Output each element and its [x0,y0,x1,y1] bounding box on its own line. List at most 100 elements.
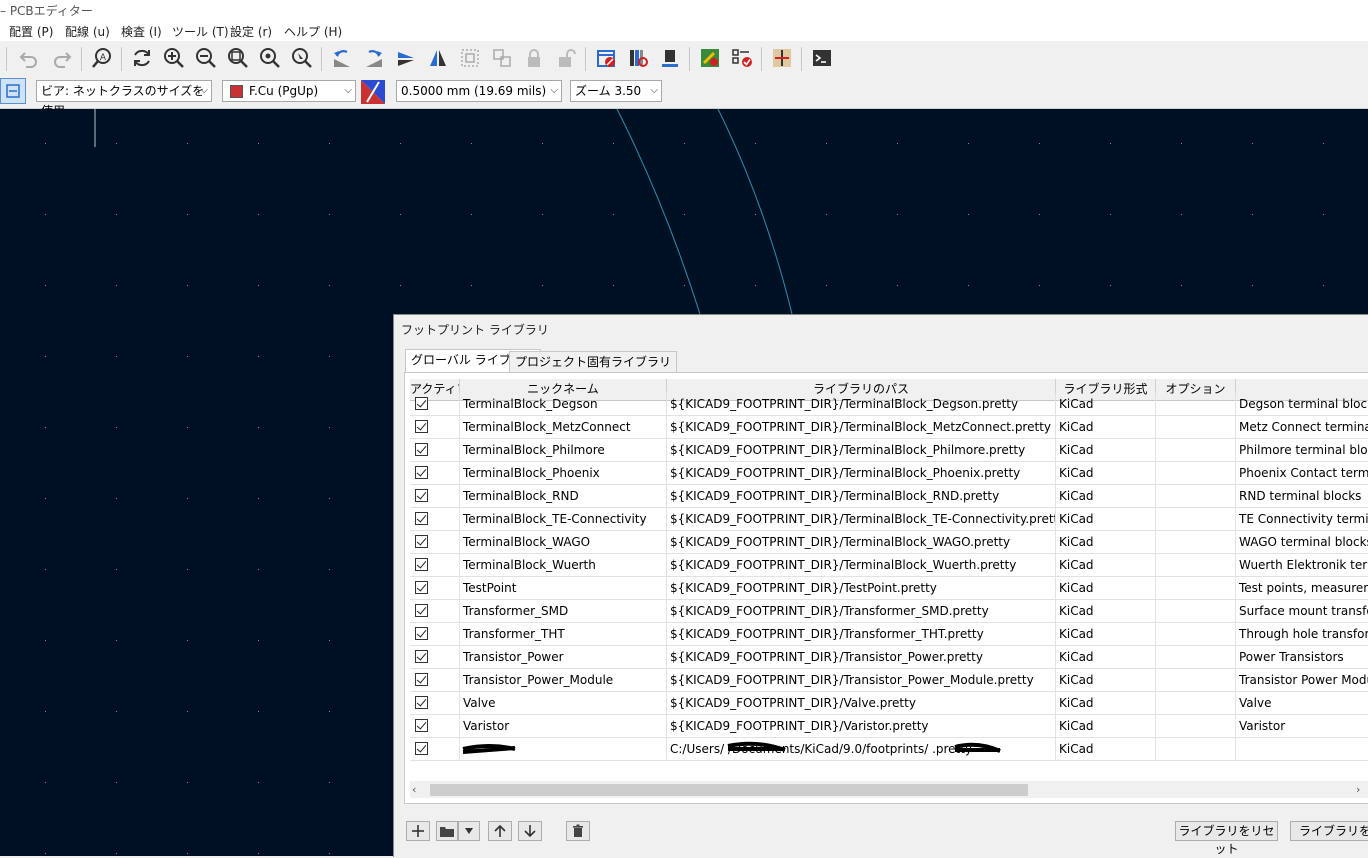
nickname-cell[interactable]: TerminalBlock_RND [460,485,667,508]
table-row[interactable]: TerminalBlock_Philmore ${KICAD9_FOOTPRINT… [410,439,1368,462]
table-row[interactable]: Transformer_THT ${KICAD9_FOOTPRINT_DIR}/T… [410,623,1368,646]
nickname-cell[interactable]: TerminalBlock_Degson [460,393,667,416]
zoom-fit-icon[interactable] [225,45,251,71]
format-cell[interactable]: KiCad [1056,577,1156,600]
nickname-cell[interactable]: TerminalBlock_Wuerth [460,554,667,577]
via-size-select[interactable]: ビア: ネットクラスのサイズを使用⌵ [36,80,212,118]
table-row[interactable]: Varistor ${KICAD9_FOOTPRINT_DIR}/Varistor… [410,715,1368,738]
format-cell[interactable]: KiCad [1056,416,1156,439]
options-cell[interactable] [1156,462,1236,485]
table-row[interactable]: Transistor_Power_Module ${KICAD9_FOOTPRIN… [410,669,1368,692]
active-checkbox[interactable] [415,581,428,594]
horizontal-scrollbar[interactable]: ‹ › [410,781,1368,798]
path-cell[interactable]: ${KICAD9_FOOTPRINT_DIR}/Transistor_Power… [667,669,1056,692]
options-cell[interactable] [1156,646,1236,669]
path-cell[interactable]: ${KICAD9_FOOTPRINT_DIR}/TerminalBlock_De… [667,393,1056,416]
active-checkbox-cell[interactable] [410,416,460,439]
table-row[interactable]: C:/Users/ /Documents/KiCad/9.0/footprint… [410,738,1368,761]
table-row[interactable]: TerminalBlock_Degson ${KICAD9_FOOTPRINT_D… [410,393,1368,416]
nickname-cell[interactable]: Transformer_THT [460,623,667,646]
board-setup-icon[interactable] [593,45,619,71]
active-checkbox-cell[interactable] [410,577,460,600]
path-cell[interactable]: ${KICAD9_FOOTPRINT_DIR}/TerminalBlock_TE… [667,508,1056,531]
description-cell[interactable]: TE Connectivity terminal [1236,508,1368,531]
active-checkbox[interactable] [415,443,428,456]
active-checkbox[interactable] [415,558,428,571]
table-row[interactable]: Transistor_Power ${KICAD9_FOOTPRINT_DIR}/… [410,646,1368,669]
migrate-libraries-button[interactable]: ライブラリを移行 [1290,821,1368,841]
path-cell[interactable]: ${KICAD9_FOOTPRINT_DIR}/Varistor.pretty [667,715,1056,738]
active-checkbox[interactable] [415,627,428,640]
active-checkbox[interactable] [415,397,428,410]
active-checkbox[interactable] [415,696,428,709]
menu-place[interactable]: 配置 (P) [9,23,53,40]
active-checkbox[interactable] [415,673,428,686]
options-cell[interactable] [1156,715,1236,738]
nickname-cell[interactable]: Varistor [460,715,667,738]
path-cell[interactable]: ${KICAD9_FOOTPRINT_DIR}/Transformer_THT.… [667,623,1056,646]
description-cell[interactable]: Through hole transforme [1236,623,1368,646]
format-cell[interactable]: KiCad [1056,646,1156,669]
options-cell[interactable] [1156,554,1236,577]
active-checkbox-cell[interactable] [410,531,460,554]
active-checkbox-cell[interactable] [410,393,460,416]
ungroup-icon[interactable] [489,45,515,71]
reset-libraries-button[interactable]: ライブラリをリセット [1175,821,1278,856]
path-cell[interactable]: ${KICAD9_FOOTPRINT_DIR}/TerminalBlock_Wu… [667,554,1056,577]
table-row[interactable]: TerminalBlock_WAGO ${KICAD9_FOOTPRINT_DIR… [410,531,1368,554]
description-cell[interactable]: Philmore terminal blocks [1236,439,1368,462]
format-cell[interactable]: KiCad [1056,508,1156,531]
description-cell[interactable]: Degson terminal blocks [1236,393,1368,416]
net-inspector-icon[interactable] [769,45,795,71]
format-cell[interactable]: KiCad [1056,554,1156,577]
layer-select[interactable]: F.Cu (PgUp) ⌵ [222,80,356,102]
table-row[interactable]: TerminalBlock_MetzConnect ${KICAD9_FOOTPR… [410,416,1368,439]
mirror-icon[interactable] [425,45,451,71]
options-cell[interactable] [1156,485,1236,508]
options-cell[interactable] [1156,439,1236,462]
options-cell[interactable] [1156,393,1236,416]
format-cell[interactable]: KiCad [1056,669,1156,692]
menu-tools[interactable]: ツール (T) [172,23,229,40]
format-cell[interactable]: KiCad [1056,623,1156,646]
track-width-toggle[interactable] [0,78,26,104]
nickname-cell[interactable]: TestPoint [460,577,667,600]
undo-icon[interactable] [16,45,42,71]
description-cell[interactable]: WAGO terminal blocks [1236,531,1368,554]
options-cell[interactable] [1156,531,1236,554]
scroll-left-icon[interactable]: ‹ [412,783,416,796]
add-library-button[interactable] [406,821,430,841]
path-cell[interactable]: ${KICAD9_FOOTPRINT_DIR}/TerminalBlock_Me… [667,416,1056,439]
format-cell[interactable]: KiCad [1056,462,1156,485]
path-cell[interactable]: ${KICAD9_FOOTPRINT_DIR}/TerminalBlock_Ph… [667,462,1056,485]
scroll-right-icon[interactable]: › [1356,783,1360,796]
nickname-cell[interactable]: Valve [460,692,667,715]
nickname-cell[interactable]: Transformer_SMD [460,600,667,623]
scripting-console-icon[interactable] [809,45,835,71]
active-checkbox-cell[interactable] [410,692,460,715]
table-row[interactable]: TerminalBlock_RND ${KICAD9_FOOTPRINT_DIR}… [410,485,1368,508]
menu-inspect[interactable]: 検査 (I) [121,23,162,40]
zoom-select[interactable]: ズーム 3.50 ⌵ [570,80,662,102]
description-cell[interactable]: Surface mount transform [1236,600,1368,623]
move-down-button[interactable] [518,821,542,841]
description-cell[interactable]: Power Transistors [1236,646,1368,669]
flip-icon[interactable] [393,45,419,71]
zoom-in-icon[interactable] [161,45,187,71]
path-cell[interactable]: ${KICAD9_FOOTPRINT_DIR}/Valve.pretty [667,692,1056,715]
menu-preferences[interactable]: 設定 (r) [230,23,272,40]
active-checkbox[interactable] [415,512,428,525]
nickname-cell[interactable]: TerminalBlock_MetzConnect [460,416,667,439]
folder-dropdown-button[interactable] [458,821,480,841]
drc-icon[interactable] [697,45,723,71]
nickname-cell[interactable]: Transistor_Power_Module [460,669,667,692]
format-cell[interactable]: KiCad [1056,485,1156,508]
active-checkbox[interactable] [415,466,428,479]
description-cell[interactable]: Metz Connect terminal b [1236,416,1368,439]
path-cell[interactable]: ${KICAD9_FOOTPRINT_DIR}/TerminalBlock_Ph… [667,439,1056,462]
tab-project-libraries[interactable]: プロジェクト固有ライブラリ [509,351,678,373]
description-cell[interactable]: Transistor Power Module [1236,669,1368,692]
table-row[interactable]: TerminalBlock_TE-Connectivity ${KICAD9_FO… [410,508,1368,531]
active-checkbox-cell[interactable] [410,600,460,623]
options-cell[interactable] [1156,692,1236,715]
